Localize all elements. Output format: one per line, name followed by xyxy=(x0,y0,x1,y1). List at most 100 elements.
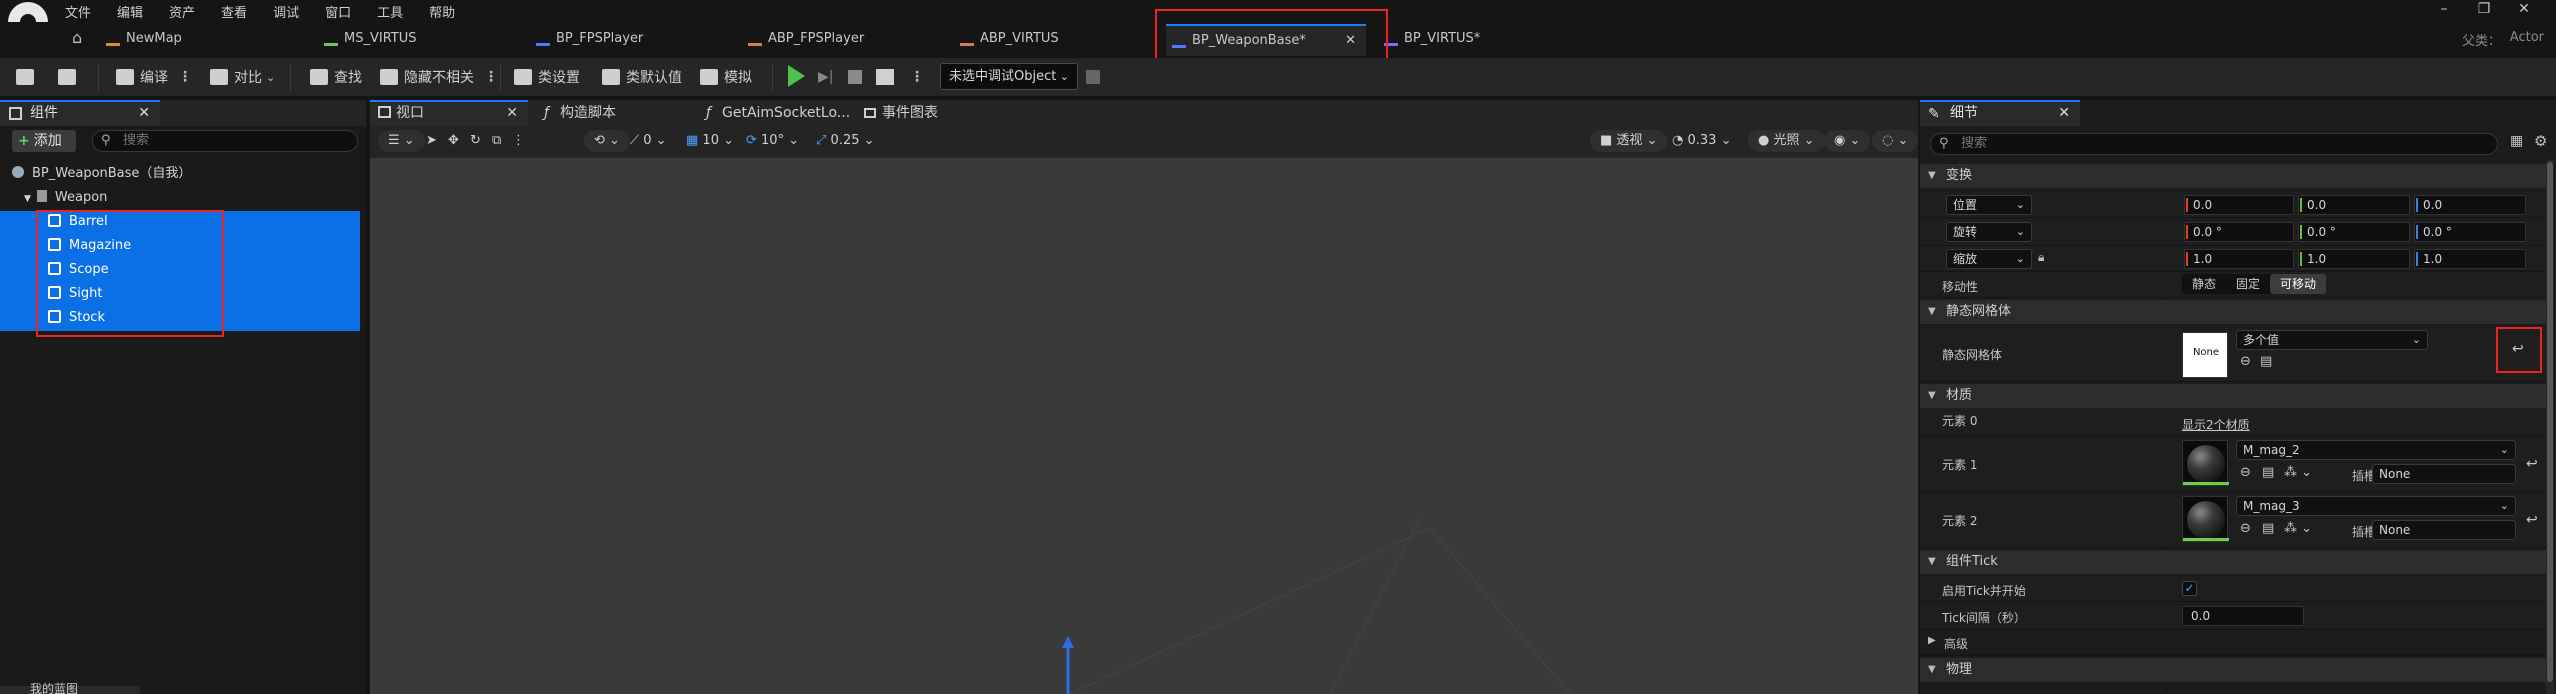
reset-to-default-icon[interactable]: ↩ xyxy=(2526,512,2538,528)
components-search-input[interactable]: ⚲ 搜索 xyxy=(92,130,358,152)
tab-details[interactable]: ✎ 细节 ✕ xyxy=(1920,100,2080,126)
transform-toolbar-options-icon[interactable]: ⋮ xyxy=(512,133,525,148)
menu-tools[interactable]: 工具 xyxy=(377,2,403,21)
show-materials-link[interactable]: 显示2个材质 xyxy=(2182,416,2250,433)
gear-icon[interactable]: ⚙ xyxy=(2534,132,2547,150)
surface-snap-button[interactable]: ⟋ 0 ⌄ xyxy=(630,133,667,148)
hide-options-icon[interactable]: ⋮ xyxy=(484,69,498,85)
row-advanced[interactable]: ▶ 高级 xyxy=(1920,630,2546,656)
menu-asset[interactable]: 资产 xyxy=(169,2,195,21)
show-flags-button[interactable]: ◉ ⌄ xyxy=(1824,130,1871,152)
location-mode-select[interactable]: 位置 ⌄ xyxy=(1946,195,2032,215)
rotation-z-field[interactable]: 0.0 ° xyxy=(2414,222,2526,242)
tab-ms-virtus[interactable]: MS_VIRTUS xyxy=(318,24,518,56)
lighting-mode-button[interactable]: ● 光照 ⌄ xyxy=(1748,130,1825,152)
lock-icon[interactable]: 🔒︎ xyxy=(2038,250,2044,265)
element2-material-select[interactable]: M_mag_3 ⌄ xyxy=(2236,496,2516,516)
rotation-x-field[interactable]: 0.0 ° xyxy=(2184,222,2294,242)
rotation-y-field[interactable]: 0.0 ° xyxy=(2298,222,2410,242)
material-thumbnail-1[interactable] xyxy=(2182,440,2229,486)
location-z-field[interactable]: 0.0 xyxy=(2414,195,2526,215)
tab-my-blueprint[interactable]: 我的蓝图 xyxy=(0,682,140,694)
rotation-snap-button[interactable]: ⟳ 10° ⌄ xyxy=(746,133,799,148)
viewport-canvas[interactable] xyxy=(370,158,1918,694)
section-materials[interactable]: ▼ 材质 xyxy=(1920,384,2546,408)
menu-debug[interactable]: 调试 xyxy=(273,2,299,21)
scale-z-field[interactable]: 1.0 xyxy=(2414,249,2526,269)
close-window-icon[interactable]: ✕ xyxy=(2504,1,2544,17)
menu-help[interactable]: 帮助 xyxy=(429,2,455,21)
hide-unrelated-button[interactable]: 隐藏不相关 ⋮ xyxy=(380,66,498,88)
details-search-input[interactable]: ⚲ 搜索 xyxy=(1930,133,2498,155)
tab-viewport[interactable]: 视口 ✕ xyxy=(370,100,528,126)
tick-interval-field[interactable]: 0.0 xyxy=(2182,606,2304,626)
location-x-field[interactable]: 0.0 xyxy=(2184,195,2294,215)
tab-abp-fpsplayer[interactable]: ABP_FPSPlayer xyxy=(742,24,942,56)
stop-icon[interactable] xyxy=(848,66,862,88)
element1-slot-field[interactable]: None xyxy=(2372,464,2516,484)
static-mesh-select[interactable]: 多个值 ⌄ xyxy=(2236,330,2428,350)
mobility-stationary[interactable]: 固定 xyxy=(2226,274,2270,294)
scale-x-field[interactable]: 1.0 xyxy=(2184,249,2294,269)
tab-event-graph[interactable]: 事件图表 xyxy=(856,100,996,126)
step-icon[interactable]: ▶| xyxy=(818,66,833,88)
use-selected-icon[interactable]: ⊖ xyxy=(2240,354,2251,369)
close-tab-icon[interactable]: ✕ xyxy=(138,102,150,124)
table-view-icon[interactable]: ▦ xyxy=(2510,133,2523,149)
browse-folder-icon[interactable]: ▤ xyxy=(2262,465,2274,480)
browse-folder-icon[interactable]: ▤ xyxy=(2260,354,2272,369)
viewport-settings-button[interactable]: ◌ ⌄ xyxy=(1872,130,1919,152)
tab-newmap[interactable]: NewMap xyxy=(100,24,300,56)
close-tab-icon[interactable]: ✕ xyxy=(506,102,518,124)
element1-material-select[interactable]: M_mag_2 ⌄ xyxy=(2236,440,2516,460)
use-selected-icon[interactable]: ⊖ xyxy=(2240,465,2251,480)
close-tab-icon[interactable]: ✕ xyxy=(2058,102,2070,124)
tree-root[interactable]: BP_WeaponBase（自我） xyxy=(12,162,191,186)
scale-mode-select[interactable]: 缩放 ⌄ xyxy=(1946,249,2032,269)
play-icon[interactable] xyxy=(788,65,805,87)
tab-function[interactable]: ƒ GetAimSocketLo... xyxy=(696,100,856,126)
diff-button[interactable]: 对比 ⌄ xyxy=(210,66,275,88)
menu-file[interactable]: 文件 xyxy=(65,2,91,21)
parent-class-value[interactable]: Actor xyxy=(2510,30,2544,45)
scale-icon[interactable]: ⧉ xyxy=(492,133,501,148)
grid-snap-button[interactable]: ▦ 10 ⌄ xyxy=(686,133,734,148)
mobility-movable[interactable]: 可移动 xyxy=(2270,274,2327,294)
camera-speed-button[interactable]: ◔ 0.33 ⌄ xyxy=(1672,133,1731,148)
rotate-icon[interactable]: ↻ xyxy=(470,133,481,148)
debug-object-select[interactable]: 未选中调试Object ⌄ xyxy=(940,63,1078,90)
reset-to-default-icon[interactable]: ↩ xyxy=(2526,456,2538,472)
scale-y-field[interactable]: 1.0 xyxy=(2298,249,2410,269)
menu-edit[interactable]: 编辑 xyxy=(117,2,143,21)
z-axis-arrow-icon[interactable] xyxy=(1062,636,1074,648)
restore-icon[interactable]: ❐ xyxy=(2464,1,2504,17)
play-options-icon[interactable]: ⋮ xyxy=(910,66,924,88)
material-options-icon[interactable]: ⁂ ⌄ xyxy=(2284,465,2312,480)
section-transform[interactable]: ▼ 变换 xyxy=(1920,164,2546,188)
home-icon[interactable]: ⌂ xyxy=(72,28,82,47)
use-selected-icon[interactable]: ⊖ xyxy=(2240,521,2251,536)
tree-item-weapon[interactable]: ▼ Weapon xyxy=(24,186,107,210)
simulate-button[interactable]: 模拟 xyxy=(700,66,752,88)
class-settings-button[interactable]: 类设置 xyxy=(514,66,580,88)
location-y-field[interactable]: 0.0 xyxy=(2298,195,2410,215)
tab-construction-script[interactable]: ƒ 构造脚本 xyxy=(534,100,684,126)
tick-enabled-checkbox[interactable]: ✓ xyxy=(2182,581,2197,596)
browse-folder-icon[interactable]: ▤ xyxy=(2262,521,2274,536)
minimize-icon[interactable]: – xyxy=(2424,1,2464,17)
section-static-mesh[interactable]: ▼ 静态网格体 xyxy=(1920,300,2546,324)
add-component-button[interactable]: + 添加 xyxy=(12,130,76,152)
static-mesh-thumbnail[interactable]: None xyxy=(2182,332,2228,378)
section-physics[interactable]: ▼ 物理 xyxy=(1920,658,2546,682)
section-component-tick[interactable]: ▼ 组件Tick xyxy=(1920,550,2546,574)
element2-slot-field[interactable]: None xyxy=(2372,520,2516,540)
class-defaults-button[interactable]: 类默认值 xyxy=(602,66,682,88)
browse-button[interactable] xyxy=(58,66,82,88)
compile-button[interactable]: 编译 ⋮ xyxy=(116,66,192,88)
compile-options-icon[interactable]: ⋮ xyxy=(178,69,192,85)
rotation-mode-select[interactable]: 旋转 ⌄ xyxy=(1946,222,2032,242)
menu-view[interactable]: 查看 xyxy=(221,2,247,21)
perspective-button[interactable]: ■ 透视 ⌄ xyxy=(1590,130,1668,152)
viewport-options-button[interactable]: ☰ ⌄ xyxy=(378,130,425,152)
collapse-arrow-icon[interactable]: ▼ xyxy=(24,194,31,204)
